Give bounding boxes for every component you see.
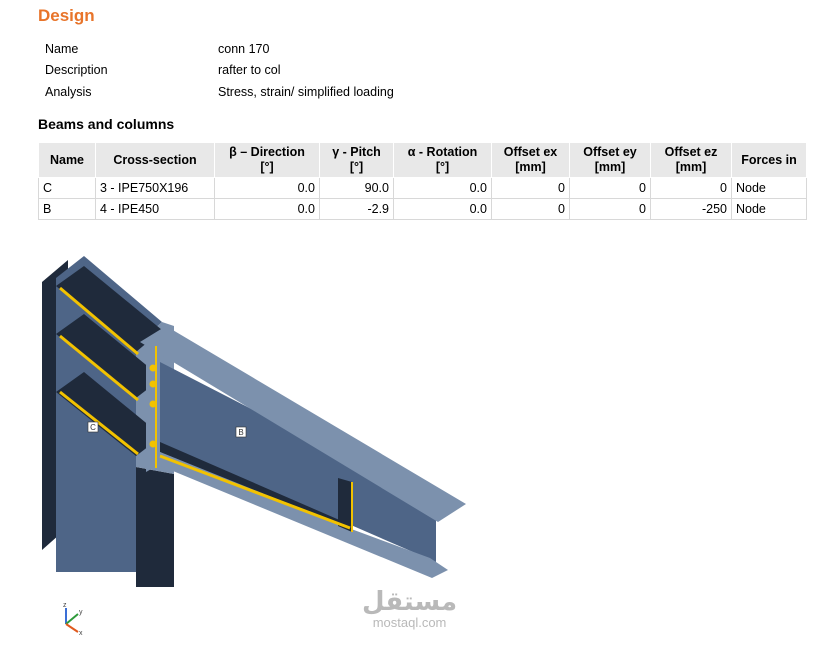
cell-rotation: 0.0 xyxy=(393,177,492,199)
property-value: conn 170 xyxy=(218,41,270,56)
header-name: Name xyxy=(38,142,96,178)
header-cross-section: Cross-section xyxy=(95,142,215,178)
property-row: Name conn 170 xyxy=(45,38,394,60)
watermark-arabic: مستقل xyxy=(362,587,458,617)
cell-forces-in: Node xyxy=(731,177,807,199)
axis-y-label: y xyxy=(79,609,83,616)
property-value: rafter to col xyxy=(218,63,281,78)
property-value: Stress, strain/ simplified loading xyxy=(218,84,394,99)
cell-section: 3 - IPE750X196 xyxy=(95,177,215,199)
table-row: C 3 - IPE750X196 0.0 90.0 0.0 0 0 0 Node xyxy=(38,177,807,199)
bolt xyxy=(149,364,157,372)
cell-rotation: 0.0 xyxy=(393,198,492,220)
beam-label: B xyxy=(238,428,243,437)
property-row: Analysis Stress, strain/ simplified load… xyxy=(45,81,394,103)
table-header-row: Name Cross-section β – Direction [°] γ - … xyxy=(38,142,807,178)
table-row: B 4 - IPE450 0.0 -2.9 0.0 0 0 -250 Node xyxy=(38,198,807,220)
cell-offset-ex: 0 xyxy=(491,177,570,199)
bolt xyxy=(149,440,157,448)
cell-offset-ez: 0 xyxy=(650,177,732,199)
beams-table: Name Cross-section β – Direction [°] γ - … xyxy=(38,142,807,220)
cell-forces-in: Node xyxy=(731,198,807,220)
design-title: Design xyxy=(38,6,95,25)
cell-offset-ey: 0 xyxy=(569,177,651,199)
cell-offset-ey: 0 xyxy=(569,198,651,220)
header-forces-in: Forces in xyxy=(731,142,807,178)
property-key: Analysis xyxy=(45,84,92,99)
cell-name: B xyxy=(38,198,96,220)
header-rotation: α - Rotation [°] xyxy=(393,142,492,178)
watermark-domain: mostaql.com xyxy=(372,615,447,630)
bolt xyxy=(149,380,157,388)
header-offset-ex: Offset ex [mm] xyxy=(491,142,570,178)
cell-section: 4 - IPE450 xyxy=(95,198,215,220)
header-offset-ez: Offset ez [mm] xyxy=(650,142,732,178)
header-pitch: γ - Pitch [°] xyxy=(319,142,394,178)
property-key: Description xyxy=(45,63,108,78)
bolt xyxy=(149,400,157,408)
cell-pitch: -2.9 xyxy=(319,198,394,220)
header-offset-ey: Offset ey [mm] xyxy=(569,142,651,178)
property-key: Name xyxy=(45,41,79,56)
axis-x-label: x xyxy=(79,630,83,637)
beams-title: Beams and columns xyxy=(38,116,175,132)
cell-pitch: 90.0 xyxy=(319,177,394,199)
watermark: مستقل mostaql.com xyxy=(362,588,457,630)
cell-offset-ex: 0 xyxy=(491,198,570,220)
header-direction: β – Direction [°] xyxy=(214,142,320,178)
axes-triad-icon: z y x xyxy=(63,602,83,637)
cell-name: C xyxy=(38,177,96,199)
cell-direction: 0.0 xyxy=(214,177,320,199)
column-shaft xyxy=(136,467,174,587)
design-properties: Name conn 170 Description rafter to col … xyxy=(45,38,394,103)
property-row: Description rafter to col xyxy=(45,60,394,82)
cell-offset-ez: -250 xyxy=(650,198,732,220)
connection-3d-model: C B xyxy=(42,256,466,587)
axis-z-label: z xyxy=(63,602,67,609)
cell-direction: 0.0 xyxy=(214,198,320,220)
column-label: C xyxy=(90,423,96,432)
